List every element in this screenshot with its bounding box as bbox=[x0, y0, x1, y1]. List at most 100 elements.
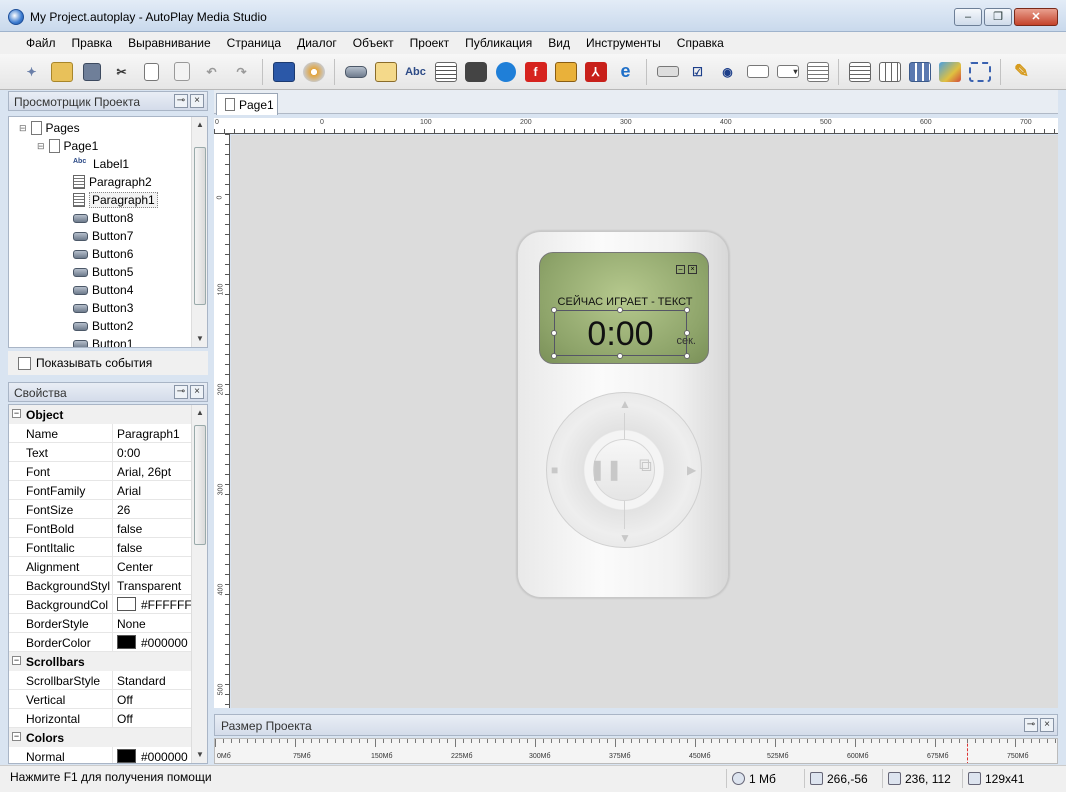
collapse-icon[interactable]: − bbox=[12, 732, 21, 741]
show-events-checkbox[interactable] bbox=[18, 356, 31, 370]
prop-row-fontsize[interactable]: FontSize 26 bbox=[9, 500, 193, 519]
copy-icon[interactable] bbox=[138, 58, 165, 85]
prop-category-colors[interactable]: − Colors bbox=[9, 728, 193, 747]
radio-object-icon[interactable]: ◉ bbox=[714, 58, 741, 85]
tree-item-button5[interactable]: Button5 bbox=[73, 263, 133, 281]
prop-row-backgroundstyle[interactable]: BackgroundStyl Transparent bbox=[9, 576, 193, 595]
web-object-icon[interactable]: e bbox=[612, 58, 639, 85]
close-button[interactable]: ✕ bbox=[1014, 8, 1058, 26]
player-screen[interactable]: – × СЕЙЧАС ИГРАЕТ - ТЕКСТ 0:00 сек. bbox=[539, 252, 709, 364]
input-text-object-icon[interactable] bbox=[744, 58, 771, 85]
collapse-icon[interactable]: − bbox=[12, 656, 21, 665]
menu-edit[interactable]: Правка bbox=[64, 32, 121, 54]
listbox-object-icon[interactable] bbox=[804, 58, 831, 85]
seconds-label[interactable]: сек. bbox=[677, 335, 697, 347]
tree-object-icon[interactable] bbox=[906, 58, 933, 85]
input-object-icon[interactable] bbox=[654, 58, 681, 85]
resize-handle[interactable] bbox=[551, 330, 557, 336]
maximize-button[interactable]: ❐ bbox=[984, 8, 1012, 26]
tree-item-button4[interactable]: Button4 bbox=[73, 281, 133, 299]
cut-icon[interactable]: ✂ bbox=[108, 58, 135, 85]
button-object-icon[interactable] bbox=[342, 58, 369, 85]
label-object-icon[interactable]: Abc bbox=[402, 58, 429, 85]
pencil-icon[interactable]: ✎ bbox=[1008, 58, 1035, 85]
tree-item-button8[interactable]: Button8 bbox=[73, 209, 133, 227]
tree-item-paragraph2[interactable]: Paragraph2 bbox=[73, 173, 152, 191]
plugin-object-icon[interactable] bbox=[936, 58, 963, 85]
image-object-icon[interactable] bbox=[372, 58, 399, 85]
prop-row-borderstyle[interactable]: BorderStyle None bbox=[9, 614, 193, 633]
panel-close-icon[interactable]: × bbox=[1040, 718, 1054, 732]
select-object-icon[interactable] bbox=[966, 58, 993, 85]
prop-row-fontitalic[interactable]: FontItalic false bbox=[9, 538, 193, 557]
menu-align[interactable]: Выравнивание bbox=[120, 32, 219, 54]
menu-page[interactable]: Страница bbox=[219, 32, 289, 54]
pin-icon[interactable]: ⊸ bbox=[174, 385, 188, 399]
resize-handle[interactable] bbox=[684, 307, 690, 313]
grid-object-icon[interactable] bbox=[846, 58, 873, 85]
properties-scrollbar[interactable]: ▲ ▼ bbox=[191, 405, 207, 763]
preview-icon[interactable] bbox=[270, 58, 297, 85]
media-player-mockup[interactable]: – × СЕЙЧАС ИГРАЕТ - ТЕКСТ 0:00 сек. ▲ ▼ … bbox=[517, 231, 729, 598]
up-arrow-icon[interactable]: ▲ bbox=[619, 397, 631, 411]
tree-item-label1[interactable]: Abc Label1 bbox=[73, 155, 129, 173]
menu-publish[interactable]: Публикация bbox=[457, 32, 540, 54]
screen-minimize-button[interactable]: – bbox=[676, 265, 685, 274]
prop-row-horizontal[interactable]: Horizontal Off bbox=[9, 709, 193, 728]
scroll-thumb[interactable] bbox=[194, 425, 206, 545]
prop-row-text[interactable]: Text 0:00 bbox=[9, 443, 193, 462]
tree-item-page1[interactable]: ⊟ Page1 bbox=[37, 137, 98, 155]
paragraph-object-icon[interactable] bbox=[432, 58, 459, 85]
prop-row-name[interactable]: Name Paragraph1 bbox=[9, 424, 193, 443]
color-swatch[interactable] bbox=[117, 749, 136, 763]
panel-close-icon[interactable]: × bbox=[190, 385, 204, 399]
tree-scrollbar[interactable]: ▲ ▼ bbox=[191, 117, 207, 347]
build-cd-icon[interactable] bbox=[300, 58, 327, 85]
scroll-up-icon[interactable]: ▲ bbox=[192, 117, 207, 133]
redo-icon[interactable]: ↷ bbox=[228, 58, 255, 85]
pdf-object-icon[interactable]: ⅄ bbox=[582, 58, 609, 85]
scroll-up-icon[interactable]: ▲ bbox=[192, 405, 207, 421]
pin-icon[interactable]: ⊸ bbox=[1024, 718, 1038, 732]
pin-icon[interactable]: ⊸ bbox=[174, 94, 188, 108]
tree-item-button7[interactable]: Button7 bbox=[73, 227, 133, 245]
open-folder-icon[interactable] bbox=[48, 58, 75, 85]
tree-item-button3[interactable]: Button3 bbox=[73, 299, 133, 317]
scroll-down-icon[interactable]: ▼ bbox=[192, 331, 207, 347]
prop-row-font[interactable]: Font Arial, 26pt bbox=[9, 462, 193, 481]
resize-handle[interactable] bbox=[551, 307, 557, 313]
tab-page1[interactable]: Page1 bbox=[216, 93, 278, 115]
save-icon[interactable] bbox=[78, 58, 105, 85]
now-playing-label[interactable]: СЕЙЧАС ИГРАЕТ - ТЕКСТ bbox=[540, 296, 710, 308]
prop-row-bordercolor[interactable]: BorderColor #000000 bbox=[9, 633, 193, 652]
prop-row-normal[interactable]: Normal #000000 bbox=[9, 747, 193, 763]
table-object-icon[interactable] bbox=[876, 58, 903, 85]
tree-item-button1[interactable]: Button1 bbox=[73, 335, 133, 347]
resize-handle[interactable] bbox=[684, 353, 690, 359]
collapse-icon[interactable]: − bbox=[12, 409, 21, 418]
prop-row-backgroundcolor[interactable]: BackgroundCol #FFFFFF bbox=[9, 595, 193, 614]
window-icon[interactable]: ⧉ bbox=[639, 455, 652, 476]
panel-close-icon[interactable]: × bbox=[190, 94, 204, 108]
prop-row-scrollbarstyle[interactable]: ScrollbarStyle Standard bbox=[9, 671, 193, 690]
undo-icon[interactable]: ↶ bbox=[198, 58, 225, 85]
wizard-icon[interactable]: ✦ bbox=[18, 58, 45, 85]
resize-handle[interactable] bbox=[551, 353, 557, 359]
paste-icon[interactable] bbox=[168, 58, 195, 85]
down-arrow-icon[interactable]: ▼ bbox=[619, 531, 631, 545]
resize-handle[interactable] bbox=[617, 307, 623, 313]
checkbox-object-icon[interactable]: ☑ bbox=[684, 58, 711, 85]
color-swatch[interactable] bbox=[117, 597, 136, 611]
prop-row-alignment[interactable]: Alignment Center bbox=[9, 557, 193, 576]
click-wheel[interactable]: ▲ ▼ ■ ▶ ❚❚ ⧉ bbox=[546, 392, 702, 548]
tree-item-pages[interactable]: ⊟ Pages bbox=[19, 119, 80, 137]
stop-icon[interactable]: ■ bbox=[551, 463, 558, 477]
quicktime-object-icon[interactable] bbox=[492, 58, 519, 85]
menu-file[interactable]: Файл bbox=[18, 32, 64, 54]
tree-item-button2[interactable]: Button2 bbox=[73, 317, 133, 335]
prop-row-vertical[interactable]: Vertical Off bbox=[9, 690, 193, 709]
play-icon[interactable]: ▶ bbox=[687, 463, 696, 477]
tree-item-button6[interactable]: Button6 bbox=[73, 245, 133, 263]
prop-row-fontbold[interactable]: FontBold false bbox=[9, 519, 193, 538]
color-swatch[interactable] bbox=[117, 635, 136, 649]
